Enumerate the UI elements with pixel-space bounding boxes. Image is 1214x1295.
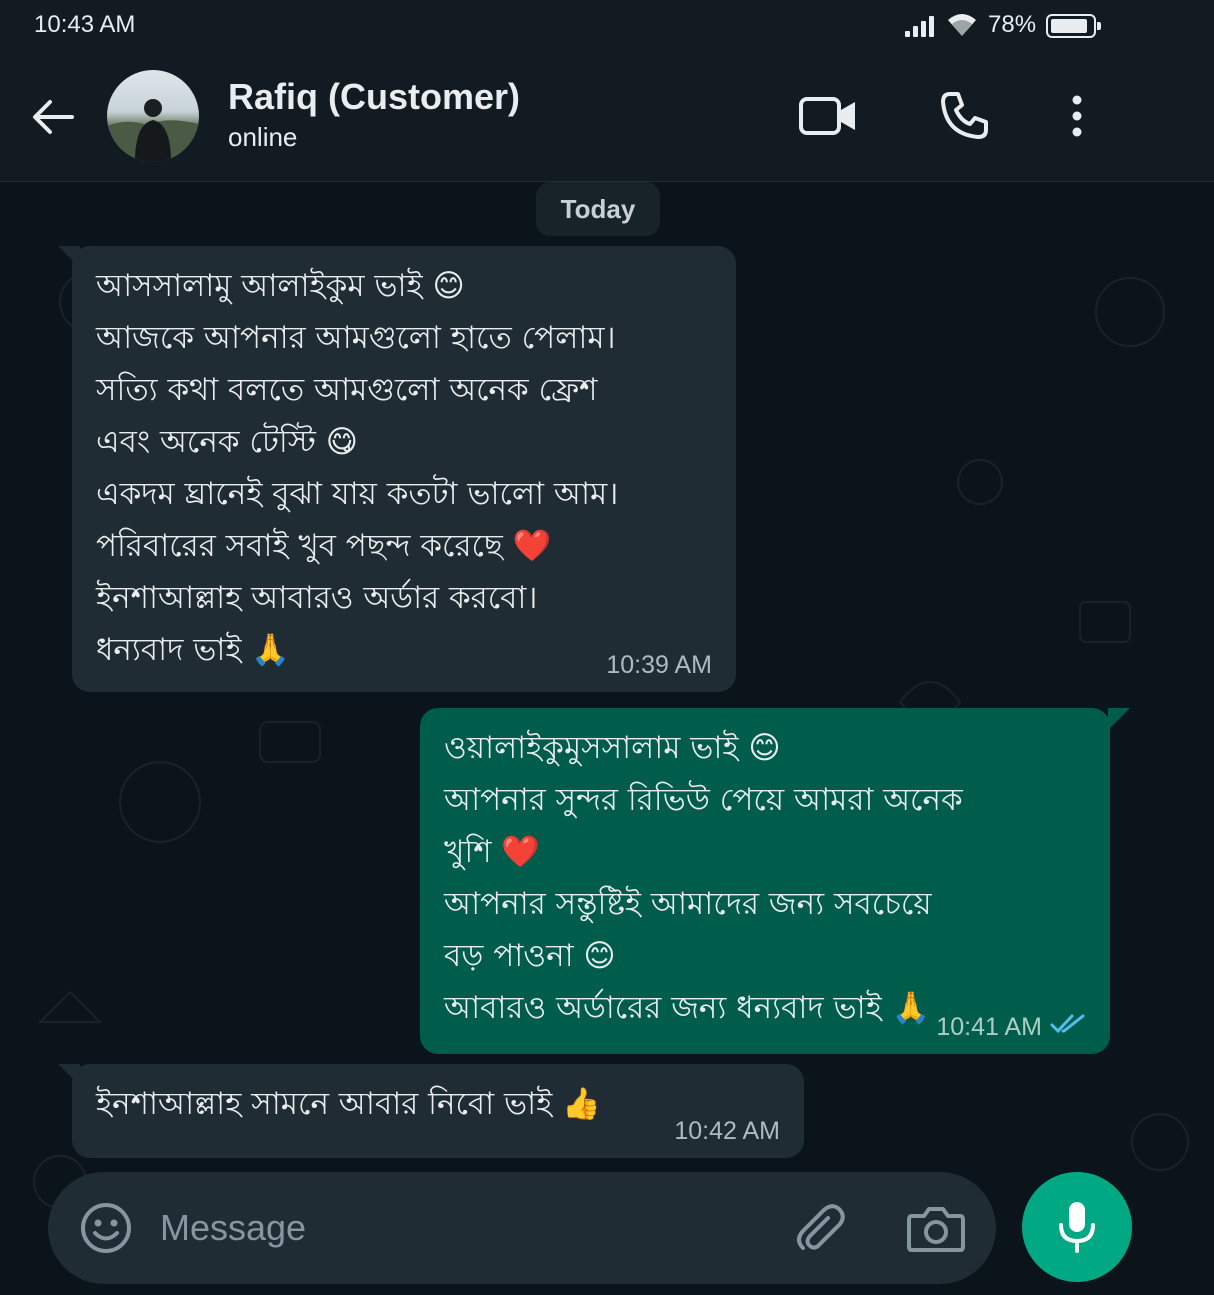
chat-screen: 10:43 AM 78% Rafiq (Customer) online Tod…: [0, 0, 1214, 1295]
back-arrow-icon[interactable]: [28, 92, 78, 142]
message-meta: 10:42 AM: [674, 1117, 780, 1146]
message-line: একদম ঘ্রানেই বুঝা যায় কতটা ভালো আম।: [96, 476, 619, 512]
message-line: আপনার সুন্দর রিভিউ পেয়ে আমরা অনেক: [444, 782, 963, 818]
status-time: 10:43 AM: [34, 11, 136, 38]
message-line: সত্যি কথা বলতে আমগুলো অনেক ফ্রেশ: [96, 372, 598, 408]
message-input[interactable]: [160, 1200, 760, 1256]
avatar[interactable]: [107, 70, 199, 162]
microphone-icon[interactable]: [1022, 1172, 1132, 1282]
message-line: খুশি ❤️: [444, 834, 541, 870]
message-bubble-incoming[interactable]: আসসালামু আলাইকুম ভাই 😊 আজকে আপনার আমগুলো…: [72, 246, 736, 692]
message-composer: [48, 1172, 996, 1284]
battery-icon: [1046, 14, 1101, 38]
battery-percent: 78%: [988, 11, 1037, 38]
signal-icon: [903, 14, 939, 42]
message-line: ওয়ালাইকুমুসসালাম ভাই 😊: [444, 730, 781, 766]
wifi-icon: [946, 12, 978, 42]
message-time: 10:42 AM: [674, 1117, 780, 1145]
date-separator: Today: [536, 182, 660, 236]
contact-name[interactable]: Rafiq (Customer): [228, 76, 520, 118]
message-line: আজকে আপনার আমগুলো হাতে পেলাম।: [96, 320, 616, 356]
emoji-icon[interactable]: [78, 1200, 134, 1256]
contact-status: online: [228, 122, 298, 152]
message-time: 10:41 AM: [936, 1013, 1042, 1041]
message-time: 10:39 AM: [606, 651, 712, 679]
message-meta: 10:41 AM: [936, 1013, 1086, 1042]
message-line: পরিবারের সবাই খুব পছন্দ করেছে ❤️: [96, 528, 552, 564]
bubble-tail: [1108, 708, 1130, 730]
status-bar: 10:43 AM 78%: [0, 0, 1214, 52]
message-line: ইনশাআল্লাহ আবারও অর্ডার করবো।: [96, 580, 538, 616]
message-line: এবং অনেক টেস্টি 😋: [96, 424, 359, 460]
video-call-icon[interactable]: [798, 90, 858, 142]
voice-call-icon[interactable]: [934, 90, 994, 142]
message-bubble-incoming[interactable]: ইনশাআল্লাহ সামনে আবার নিবো ভাই 👍 10:42 A…: [72, 1064, 804, 1158]
message-line: বড় পাওনা 😊: [444, 938, 616, 974]
chat-header: Rafiq (Customer) online: [0, 52, 1214, 182]
message-list[interactable]: Today আসসালামু আলাইকুম ভাই 😊 আজকে আপনার …: [0, 182, 1214, 1295]
camera-icon[interactable]: [904, 1198, 968, 1258]
message-bubble-outgoing[interactable]: ওয়ালাইকুমুসসালাম ভাই 😊 আপনার সুন্দর রিভ…: [420, 708, 1110, 1054]
more-options-icon[interactable]: [1047, 90, 1107, 142]
double-check-read-icon: [1050, 1013, 1086, 1042]
message-line: আপনার সন্তুষ্টিই আমাদের জন্য সবচেয়ে: [444, 886, 932, 922]
message-line: আসসালামু আলাইকুম ভাই 😊: [96, 268, 465, 304]
message-meta: 10:39 AM: [606, 651, 712, 680]
paperclip-icon[interactable]: [790, 1198, 850, 1258]
